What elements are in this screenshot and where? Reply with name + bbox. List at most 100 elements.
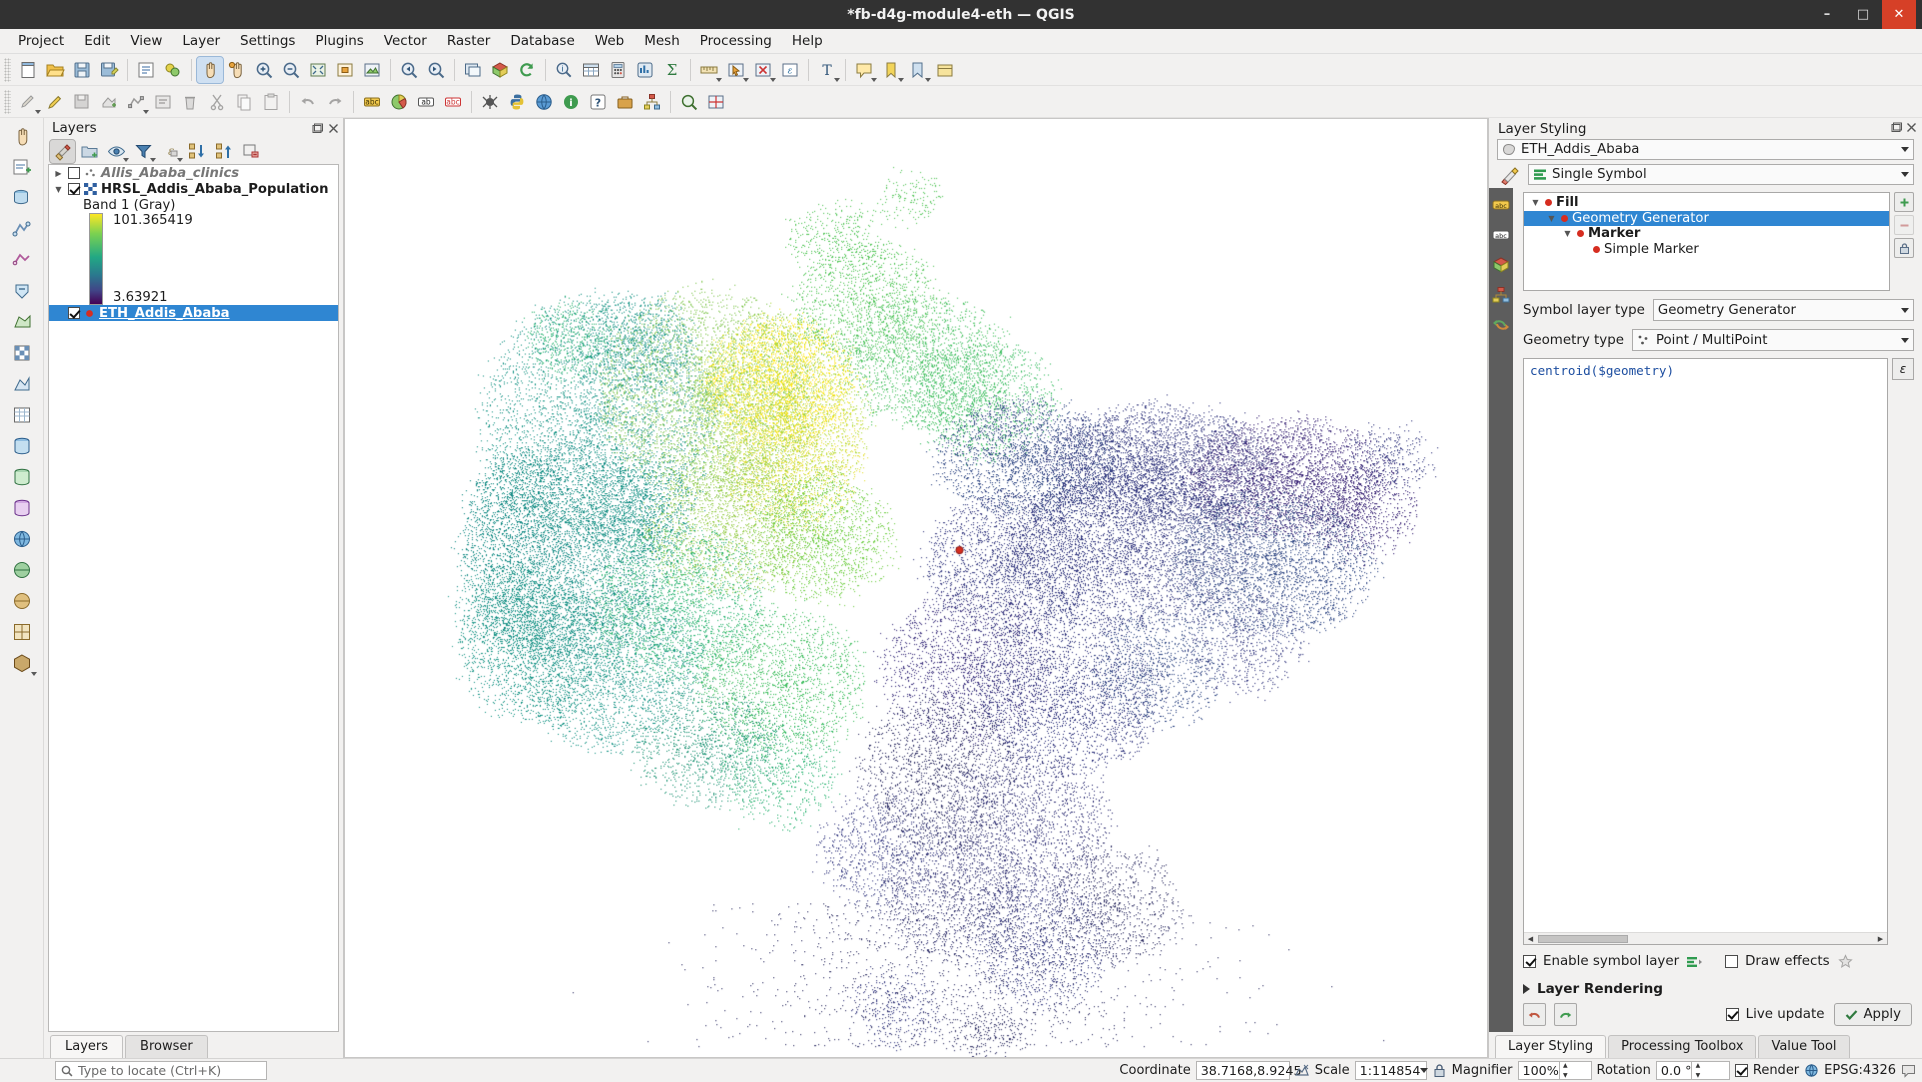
chevron-down-icon[interactable]: ▼ [1530,198,1541,207]
collapse-all-icon[interactable] [212,140,237,163]
undo-style-button[interactable] [1523,1003,1546,1026]
rotation-spinner[interactable]: ▲ ▼ [1691,1061,1703,1080]
lock-icon[interactable] [1432,1063,1447,1078]
chevron-down-icon[interactable] [1901,307,1909,313]
layer-tree-item-allis_ababa_clinics[interactable]: ▶ Allis_Ababa_clinics [49,165,338,181]
symbol-layer-type-combo[interactable]: Geometry Generator [1652,299,1914,321]
renderer-type-combo[interactable]: Single Symbol [1528,164,1914,185]
map-tips-icon[interactable] [851,57,877,83]
new-geopackage-layer-icon[interactable] [7,184,37,212]
data-defined-override-icon[interactable] [1686,955,1703,969]
python-console-icon[interactable] [504,89,530,115]
add-mssql-layer-icon[interactable] [7,494,37,522]
toggle-editing-icon[interactable] [42,89,68,115]
new-gpx-layer-icon[interactable] [7,277,37,305]
add-vector-tile-layer-icon[interactable] [7,618,37,646]
pan-rail-icon[interactable] [7,122,37,150]
expand-triangle-icon[interactable] [1523,984,1530,994]
processing-toolbox-icon[interactable] [612,89,638,115]
expression-hscrollbar[interactable]: ◀ ▶ [1524,932,1887,944]
label-layer-icon[interactable]: abc [359,89,385,115]
toolbar-grip[interactable] [4,57,11,82]
open-project-icon[interactable] [42,57,68,83]
add-point-cloud-layer-icon[interactable] [7,649,37,677]
menu-item-settings[interactable]: Settings [230,30,305,52]
add-wms-layer-icon[interactable] [7,525,37,553]
enable-symbol-layer-row[interactable]: Enable symbol layer [1523,954,1703,969]
map-render-surface[interactable] [345,119,1487,1057]
new-bookmark-icon[interactable] [878,57,904,83]
open-data-source-manager-icon[interactable] [531,89,557,115]
chevron-down-icon[interactable] [30,672,37,676]
chevron-down-icon[interactable] [1901,172,1909,177]
refresh-icon[interactable] [514,57,540,83]
masks-tab-icon[interactable]: abc [1491,226,1511,244]
new-spatialite-layer-icon[interactable] [7,215,37,243]
diagrams-tab-icon[interactable] [1491,286,1511,304]
live-update-checkbox[interactable] [1725,1008,1739,1021]
expression-builder-button[interactable]: ε [1892,358,1914,380]
sum-icon[interactable]: Σ [659,57,685,83]
zoom-to-selection-icon[interactable] [332,57,358,83]
manage-map-themes-icon[interactable] [104,140,129,163]
show-statistical-summary-icon[interactable] [632,57,658,83]
history-tab-icon[interactable] [1491,316,1511,334]
save-project-as-icon[interactable] [96,57,122,83]
zoom-last-icon[interactable] [396,57,422,83]
chevron-down-icon[interactable] [871,77,877,82]
magnifier-spinner[interactable]: ▲ ▼ [1558,1061,1571,1080]
copy-features-icon[interactable] [231,89,257,115]
field-calculator-icon[interactable] [605,57,631,83]
render-checkbox[interactable] [1734,1064,1748,1077]
add-postgis-layer-icon[interactable] [7,432,37,460]
filter-legend-icon[interactable] [131,140,156,163]
temporal-controller-icon[interactable] [932,57,958,83]
remove-layer-icon[interactable] [239,140,264,163]
menu-item-raster[interactable]: Raster [437,30,501,52]
layer-tree-item-eth_addis_ababa[interactable]: ETH_Addis_Ababa [49,305,338,321]
dock-tab-layers[interactable]: Layers [50,1035,124,1058]
layer-tree-item-hrsl_addis_ababa_population[interactable]: ▼ HRSL_Addis_Ababa_Population [49,181,338,197]
select-by-expression-icon[interactable]: ε [777,57,803,83]
identify-features-icon[interactable]: i [551,57,577,83]
live-update-row[interactable]: Live update [1725,1007,1824,1022]
locator-bar[interactable]: Type to locate (Ctrl+K) [55,1061,267,1080]
save-project-icon[interactable] [69,57,95,83]
crs-value[interactable]: EPSG:4326 [1824,1063,1896,1078]
symbol-layer-fill[interactable]: ▼ Fill [1524,195,1889,211]
highlight-pinned-labels-icon[interactable]: ab [413,89,439,115]
right-dock-tab-layer-styling[interactable]: Layer Styling [1495,1035,1607,1058]
georeferencer-icon[interactable] [703,89,729,115]
layer-selector-combo[interactable]: ETH_Addis_Ababa [1497,139,1914,160]
chevron-down-icon[interactable]: ▼ [53,185,64,194]
pin-labels-icon[interactable]: abc [440,89,466,115]
labels-tab-icon[interactable]: abc [1491,196,1511,214]
add-spatialite-layer-icon[interactable] [7,463,37,491]
expand-all-icon[interactable] [185,140,210,163]
add-wfs-layer-icon[interactable] [7,587,37,615]
expression-editor[interactable]: centroid($geometry) ◀ ▶ [1523,358,1888,945]
scroll-right-icon[interactable]: ▶ [1875,933,1886,944]
menu-item-processing[interactable]: Processing [690,30,782,52]
menu-item-mesh[interactable]: Mesh [634,30,690,52]
remove-symbol-layer-button[interactable] [1894,215,1914,235]
chevron-down-icon[interactable] [1901,147,1909,152]
scroll-left-icon[interactable]: ◀ [1525,933,1536,944]
style-manager-icon[interactable] [160,57,186,83]
lock-layer-colors-button[interactable] [1894,238,1914,258]
modify-attributes-icon[interactable] [150,89,176,115]
right-dock-tab-value-tool[interactable]: Value Tool [1758,1035,1850,1058]
chevron-right-icon[interactable]: ▶ [53,169,64,178]
model-designer-icon[interactable] [639,89,665,115]
chevron-down-icon[interactable] [150,157,156,162]
add-feature-icon[interactable] [96,89,122,115]
layer-visibility-checkbox[interactable] [68,183,80,195]
coordinate-field[interactable]: 38.7168,8.9245 [1195,1061,1302,1080]
dock-tab-browser[interactable]: Browser [125,1035,208,1058]
zoom-out-icon[interactable] [278,57,304,83]
undo-icon[interactable] [295,89,321,115]
chevron-down-icon[interactable] [834,77,840,82]
new-map-view-icon[interactable] [460,57,486,83]
zoom-next-icon[interactable] [423,57,449,83]
zoom-to-layer-icon[interactable] [359,57,385,83]
